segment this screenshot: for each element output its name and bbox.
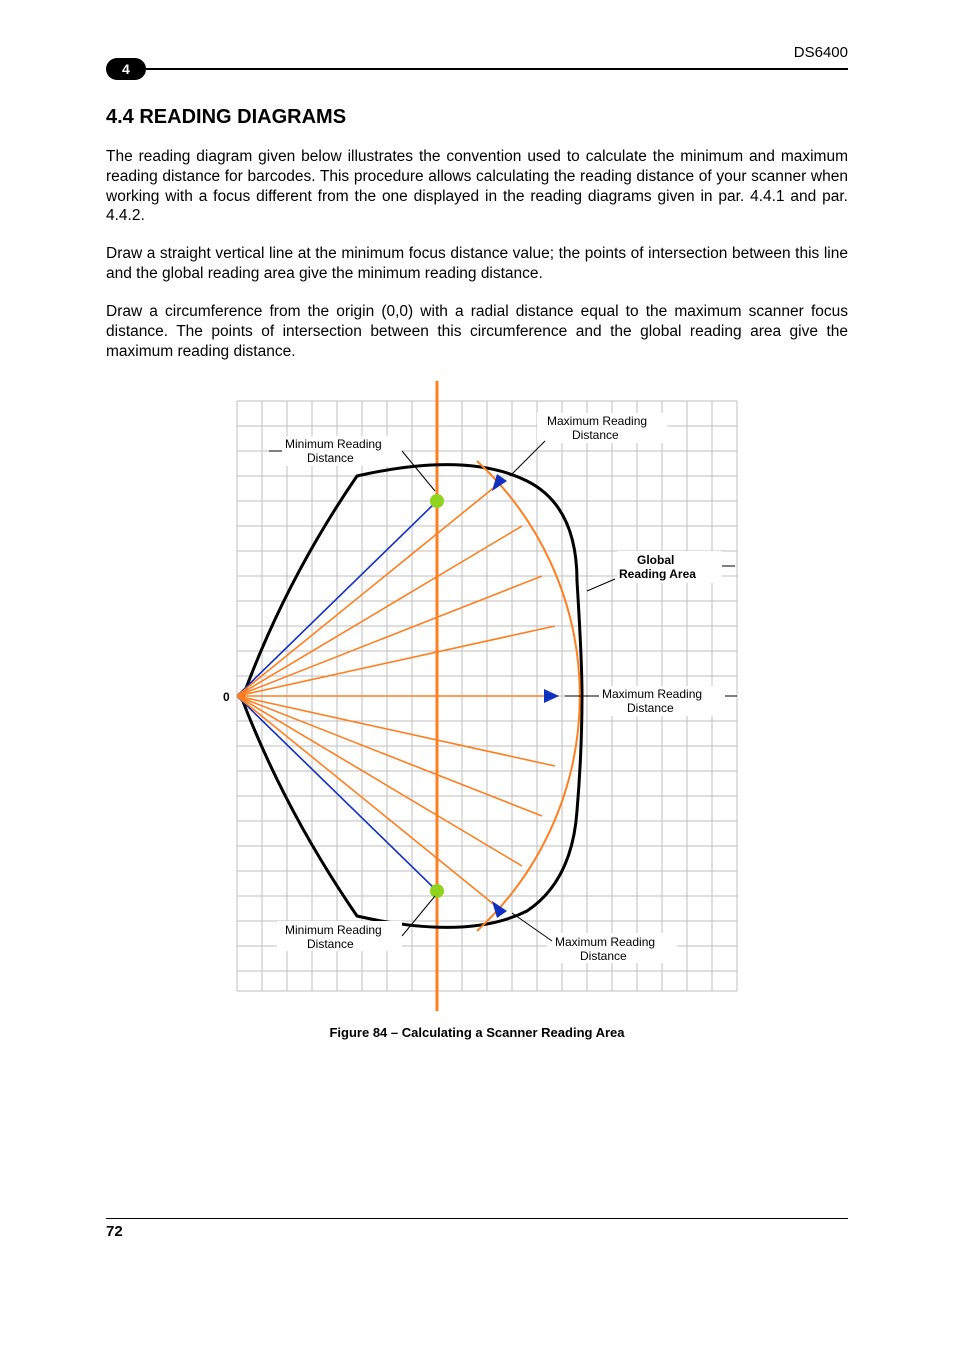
doc-id: DS6400 [794, 44, 848, 61]
max-reading-label: Distance [572, 428, 619, 442]
page-number: 72 [106, 1223, 123, 1240]
min-intersection-dot [430, 494, 444, 508]
max-intersection-arrow [492, 901, 507, 918]
origin-label: 0 [223, 690, 230, 704]
global-area-label: Reading Area [619, 567, 696, 581]
min-reading-label: Minimum Reading [285, 437, 382, 451]
max-intersection-arrow [492, 474, 507, 491]
body-paragraph: Draw a circumference from the origin (0,… [106, 302, 848, 361]
min-reading-label: Distance [307, 937, 354, 951]
max-reading-label: Maximum Reading [602, 687, 702, 701]
max-reading-label: Distance [627, 701, 674, 715]
page-footer: 72 [106, 1218, 848, 1241]
reading-diagram: 0 Minimum Reading Distance Maximum Readi… [207, 381, 747, 1011]
min-reading-label: Minimum Reading [285, 923, 382, 937]
min-reading-label: Distance [307, 451, 354, 465]
body-paragraph: The reading diagram given below illustra… [106, 147, 848, 226]
chapter-badge: 4 [106, 58, 146, 80]
max-intersection-arrow [544, 689, 559, 703]
global-area-label: Global [637, 553, 674, 567]
header-rule [136, 68, 848, 70]
max-reading-label: Maximum Reading [555, 935, 655, 949]
section-heading: 4.4 READING DIAGRAMS [106, 106, 848, 129]
min-intersection-dot [430, 884, 444, 898]
max-reading-label: Maximum Reading [547, 414, 647, 428]
body-paragraph: Draw a straight vertical line at the min… [106, 244, 848, 284]
page-header: DS6400 4 [106, 50, 848, 72]
footer-rule [106, 1218, 848, 1219]
max-reading-label: Distance [580, 949, 627, 963]
figure-caption: Figure 84 – Calculating a Scanner Readin… [329, 1025, 624, 1040]
figure: 0 Minimum Reading Distance Maximum Readi… [106, 381, 848, 1040]
